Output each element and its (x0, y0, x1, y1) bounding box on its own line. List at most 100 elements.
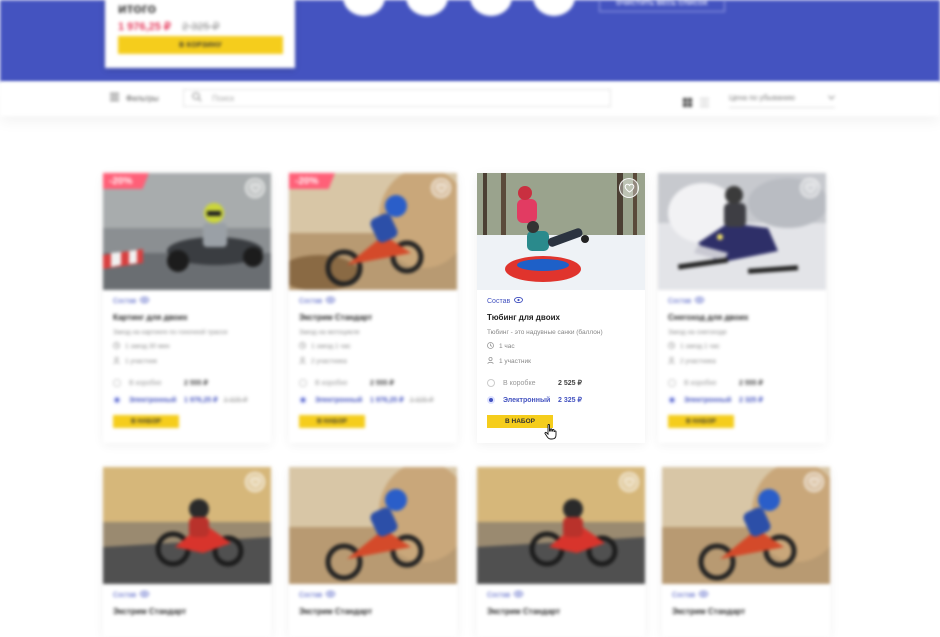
composition-label: Состав (672, 591, 696, 599)
product-card[interactable]: Состав Экстрим Стандарт (662, 467, 830, 637)
composition-link[interactable]: Состав (299, 296, 449, 305)
radio-electronic[interactable] (668, 396, 676, 404)
add-to-set-button[interactable]: В НАБОР (668, 415, 734, 428)
composition-link[interactable]: Состав (487, 590, 637, 599)
clock-icon (113, 342, 120, 351)
heart-icon[interactable] (245, 472, 265, 492)
product-image[interactable] (289, 467, 457, 584)
composition-link[interactable]: Состав (113, 296, 263, 305)
product-card[interactable]: -20% Состав Картинг для двоих Заезд на к… (103, 173, 271, 443)
heart-icon[interactable] (431, 178, 451, 198)
discount-badge: -20% (289, 173, 335, 189)
option-price: 2 325 ₽ (558, 397, 582, 404)
list-view-icon[interactable] (700, 94, 709, 112)
card-title: Экстрим Стандарт (113, 607, 187, 616)
chevron-down-icon (828, 93, 835, 102)
filters-toggle[interactable]: Фильтры (110, 93, 159, 103)
filter-lines-icon (110, 93, 119, 103)
participants-text: 1 участник (499, 358, 531, 365)
card-description: Заезд на мотоцикле (299, 329, 360, 336)
product-image[interactable] (477, 467, 645, 584)
composition-link[interactable]: Состав (672, 590, 822, 599)
option-label: Электронный (315, 396, 363, 404)
product-card[interactable]: Состав Экстрим Стандарт (289, 467, 457, 637)
radio-box[interactable] (487, 379, 495, 387)
option-price: 1 976,25 ₽ (370, 397, 404, 404)
product-image[interactable] (662, 467, 830, 584)
card-participants: 2 участника (668, 356, 818, 366)
duration-text: 1 заезд 1 час (680, 343, 720, 350)
option-box[interactable]: В коробке 2 555 ₽ (668, 379, 828, 387)
view-toggle (683, 94, 709, 112)
search-input[interactable]: Поиск (183, 89, 611, 107)
option-label: Электронный (503, 396, 551, 404)
card-title: Экстрим Стандарт (299, 607, 373, 616)
option-label: В коробке (315, 379, 348, 387)
radio-box[interactable] (668, 379, 676, 387)
step-circle[interactable] (343, 0, 385, 16)
add-to-cart-button[interactable]: В КОРЗИНУ (118, 36, 283, 54)
option-electronic[interactable]: Электронный 2 325 ₽ (487, 396, 647, 404)
clear-list-button[interactable]: ОЧИСТИТЬ ВЕСЬ СПИСОК (599, 0, 725, 12)
composition-link[interactable]: Состав (299, 590, 449, 599)
composition-label: Состав (487, 297, 511, 305)
radio-electronic[interactable] (299, 396, 307, 404)
clock-icon (299, 342, 306, 351)
radio-box[interactable] (113, 379, 121, 387)
product-card[interactable]: Состав Тюбинг для двоих Тюбинг - это над… (477, 173, 645, 443)
composition-link[interactable]: Состав (487, 296, 637, 305)
composition-label: Состав (299, 591, 323, 599)
product-image[interactable]: -20% (289, 173, 457, 290)
summary-title: итого (118, 0, 157, 16)
heart-icon[interactable] (619, 178, 639, 198)
option-electronic[interactable]: Электронный 2 325 ₽ (668, 396, 828, 404)
option-label: В коробке (503, 379, 536, 387)
option-box[interactable]: В коробке 2 555 ₽ (113, 379, 273, 387)
product-card[interactable]: Состав Экстрим Стандарт (477, 467, 645, 637)
step-circle[interactable] (406, 0, 448, 16)
participants-text: 2 участника (311, 358, 347, 365)
product-card[interactable]: Состав Экстрим Стандарт (103, 467, 271, 637)
heart-icon[interactable] (804, 472, 824, 492)
product-card[interactable]: Состав Снегоход для двоих Заезд на снего… (658, 173, 826, 443)
card-body: Состав Экстрим Стандарт (299, 590, 449, 616)
product-card[interactable]: -20% Состав Экстрим Стандарт Заезд на мо… (289, 173, 457, 443)
heart-icon[interactable] (800, 178, 820, 198)
eye-icon (326, 590, 336, 599)
step-circle[interactable] (470, 0, 512, 16)
sort-select[interactable]: Цена по убыванию (729, 88, 835, 108)
radio-electronic[interactable] (113, 396, 121, 404)
product-image[interactable] (477, 173, 645, 290)
add-to-set-button[interactable]: В НАБОР (113, 415, 179, 428)
card-title: Экстрим Стандарт (299, 313, 373, 322)
heart-icon[interactable] (245, 178, 265, 198)
composition-link[interactable]: Состав (668, 296, 818, 305)
product-image[interactable] (103, 467, 271, 584)
step-circle[interactable] (533, 0, 575, 16)
option-box[interactable]: В коробке 2 555 ₽ (299, 379, 459, 387)
clock-icon (487, 342, 494, 351)
card-title: Экстрим Стандарт (487, 607, 561, 616)
summary-prices: 1 976,25 ₽ 2 325 ₽ (118, 20, 282, 33)
hero-banner: итого 1 976,25 ₽ 2 325 ₽ В КОРЗИНУ ОЧИСТ… (0, 0, 940, 82)
radio-box[interactable] (299, 379, 307, 387)
duration-text: 1 час (499, 343, 515, 350)
option-electronic[interactable]: Электронный 1 976,25 ₽ 2 325 ₽ (113, 396, 273, 404)
option-old-price: 2 325 ₽ (223, 397, 248, 404)
card-duration: 1 заезд 30 мин (113, 342, 263, 351)
grid-view-icon[interactable] (683, 94, 692, 112)
option-price: 2 555 ₽ (739, 380, 763, 387)
option-old-price: 2 325 ₽ (409, 397, 434, 404)
product-image[interactable]: -20% (103, 173, 271, 290)
add-to-set-button[interactable]: В НАБОР (299, 415, 365, 428)
person-icon (487, 356, 494, 366)
heart-icon[interactable] (619, 472, 639, 492)
product-image[interactable] (658, 173, 826, 290)
card-body: Состав Экстрим Стандарт (113, 590, 263, 616)
search-placeholder: Поиск (212, 93, 235, 103)
radio-electronic[interactable] (487, 396, 495, 404)
eye-icon (140, 296, 150, 305)
option-electronic[interactable]: Электронный 1 976,25 ₽ 2 325 ₽ (299, 396, 459, 404)
composition-link[interactable]: Состав (113, 590, 263, 599)
option-box[interactable]: В коробке 2 525 ₽ (487, 379, 647, 387)
